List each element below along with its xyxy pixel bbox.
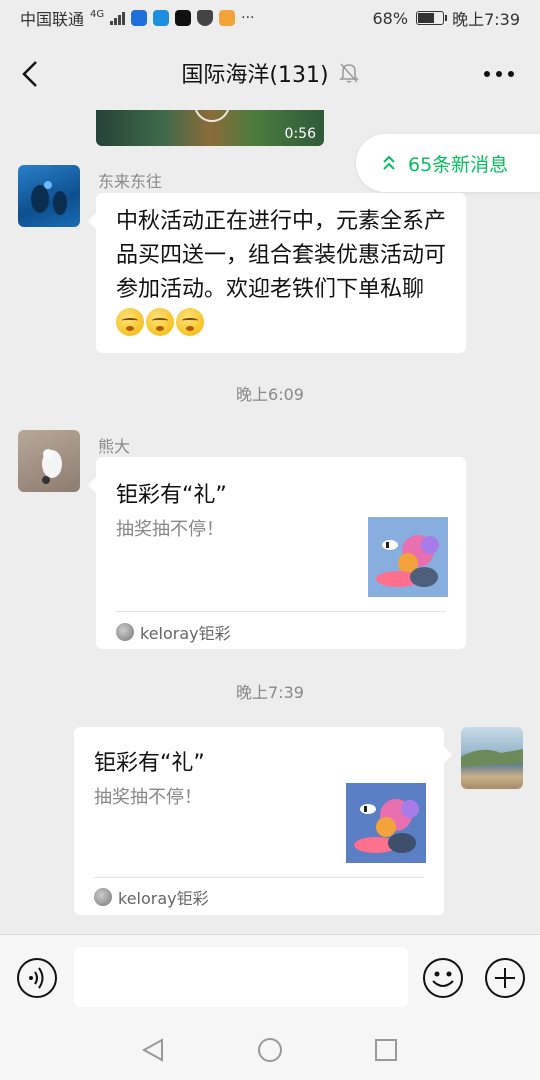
status-bar: 中国联通 4G ··· 68% 晚上7:39 (0, 0, 540, 36)
more-dots-icon (484, 71, 514, 77)
card-description: 抽奖抽不停！ (94, 787, 202, 808)
link-card[interactable]: 钜彩有“礼” 抽奖抽不停！ keloray钜彩 (74, 727, 452, 915)
card-thumbnail (346, 783, 426, 863)
chevron-left-icon (22, 61, 37, 87)
timestamp: 晚上7:39 (236, 683, 304, 702)
voice-button[interactable] (16, 957, 58, 999)
card-thumbnail (368, 517, 448, 597)
app-orange-icon (219, 10, 236, 26)
system-recents-button[interactable] (372, 1036, 400, 1064)
video-duration: 0:56 (284, 126, 316, 142)
new-messages-button[interactable]: 65条新消息 (356, 134, 540, 192)
back-button[interactable] (18, 56, 48, 92)
emoji-icon (116, 308, 144, 336)
circle-home-icon (258, 1038, 282, 1062)
avatar[interactable] (18, 165, 80, 227)
signal-icon (110, 11, 126, 25)
more-notifications-icon: ··· (241, 10, 255, 26)
card-title: 钜彩有“礼” (94, 751, 205, 776)
emoji-icon (146, 308, 174, 336)
carrier-label: 中国联通 (20, 10, 85, 29)
timestamp: 晚上6:09 (236, 385, 304, 404)
card-source-label: keloray钜彩 (140, 624, 231, 643)
card-title: 钜彩有“礼” (116, 483, 227, 508)
message-text: 中秋活动正在进行中，元素全系产品买四送一，组合套装优惠活动可参加活动。欢迎老铁们… (116, 209, 447, 302)
avatar[interactable] (18, 430, 80, 492)
source-logo-icon (94, 888, 112, 906)
chat-header: 国际海洋(131) (0, 36, 540, 110)
video-message[interactable]: 0:56 (96, 110, 324, 146)
source-logo-icon (116, 623, 134, 641)
double-chevron-up-icon (383, 155, 395, 170)
square-recents-icon (375, 1039, 397, 1061)
app-notification-icon (131, 10, 148, 26)
card-description: 抽奖抽不停！ (116, 519, 224, 540)
tiktok-icon (175, 10, 192, 26)
triangle-back-icon (141, 1038, 163, 1062)
card-source-label: keloray钜彩 (118, 889, 209, 908)
card-source: keloray钜彩 (94, 885, 209, 909)
text-message-bubble[interactable]: 中秋活动正在进行中，元素全系产品买四送一，组合套装优惠活动可参加活动。欢迎老铁们… (88, 193, 466, 353)
card-divider (116, 611, 446, 612)
voice-icon (17, 958, 57, 998)
smiley-icon (423, 958, 463, 998)
message-input[interactable] (74, 947, 408, 1007)
emoji-icon (176, 308, 204, 336)
battery-percent: 68% (372, 8, 409, 28)
chat-messages[interactable]: 0:56 65条新消息 东来东往 中秋活动正在进行中，元素全系产品买四送一，组合… (0, 110, 540, 934)
sender-name: 熊大 (98, 437, 131, 456)
clock: 晚上7:39 (452, 10, 520, 29)
bell-off-icon (338, 63, 359, 83)
plus-circle-icon (485, 958, 525, 998)
card-source: keloray钜彩 (116, 620, 231, 644)
page-title: 国际海洋(131) (181, 63, 329, 88)
more-button[interactable] (482, 60, 516, 88)
link-card[interactable]: 钜彩有“礼” 抽奖抽不停！ keloray钜彩 (88, 457, 466, 649)
avatar-self[interactable] (461, 727, 523, 789)
sender-name: 东来东往 (98, 172, 163, 191)
play-icon (194, 110, 230, 122)
more-actions-button[interactable] (484, 957, 526, 999)
new-messages-label: 65条新消息 (408, 153, 509, 176)
emoji-button[interactable] (422, 957, 464, 999)
system-back-button[interactable] (140, 1036, 168, 1064)
system-home-button[interactable] (256, 1036, 284, 1064)
battery-icon (416, 11, 448, 25)
card-divider (94, 877, 424, 878)
shield-icon (197, 10, 214, 26)
network-label: 4G (90, 8, 105, 20)
message-input-bar (0, 934, 540, 1020)
cloud-notification-icon (153, 10, 170, 26)
page-title-wrap: 国际海洋(131) (181, 57, 359, 89)
system-navigation-bar (0, 1020, 540, 1080)
